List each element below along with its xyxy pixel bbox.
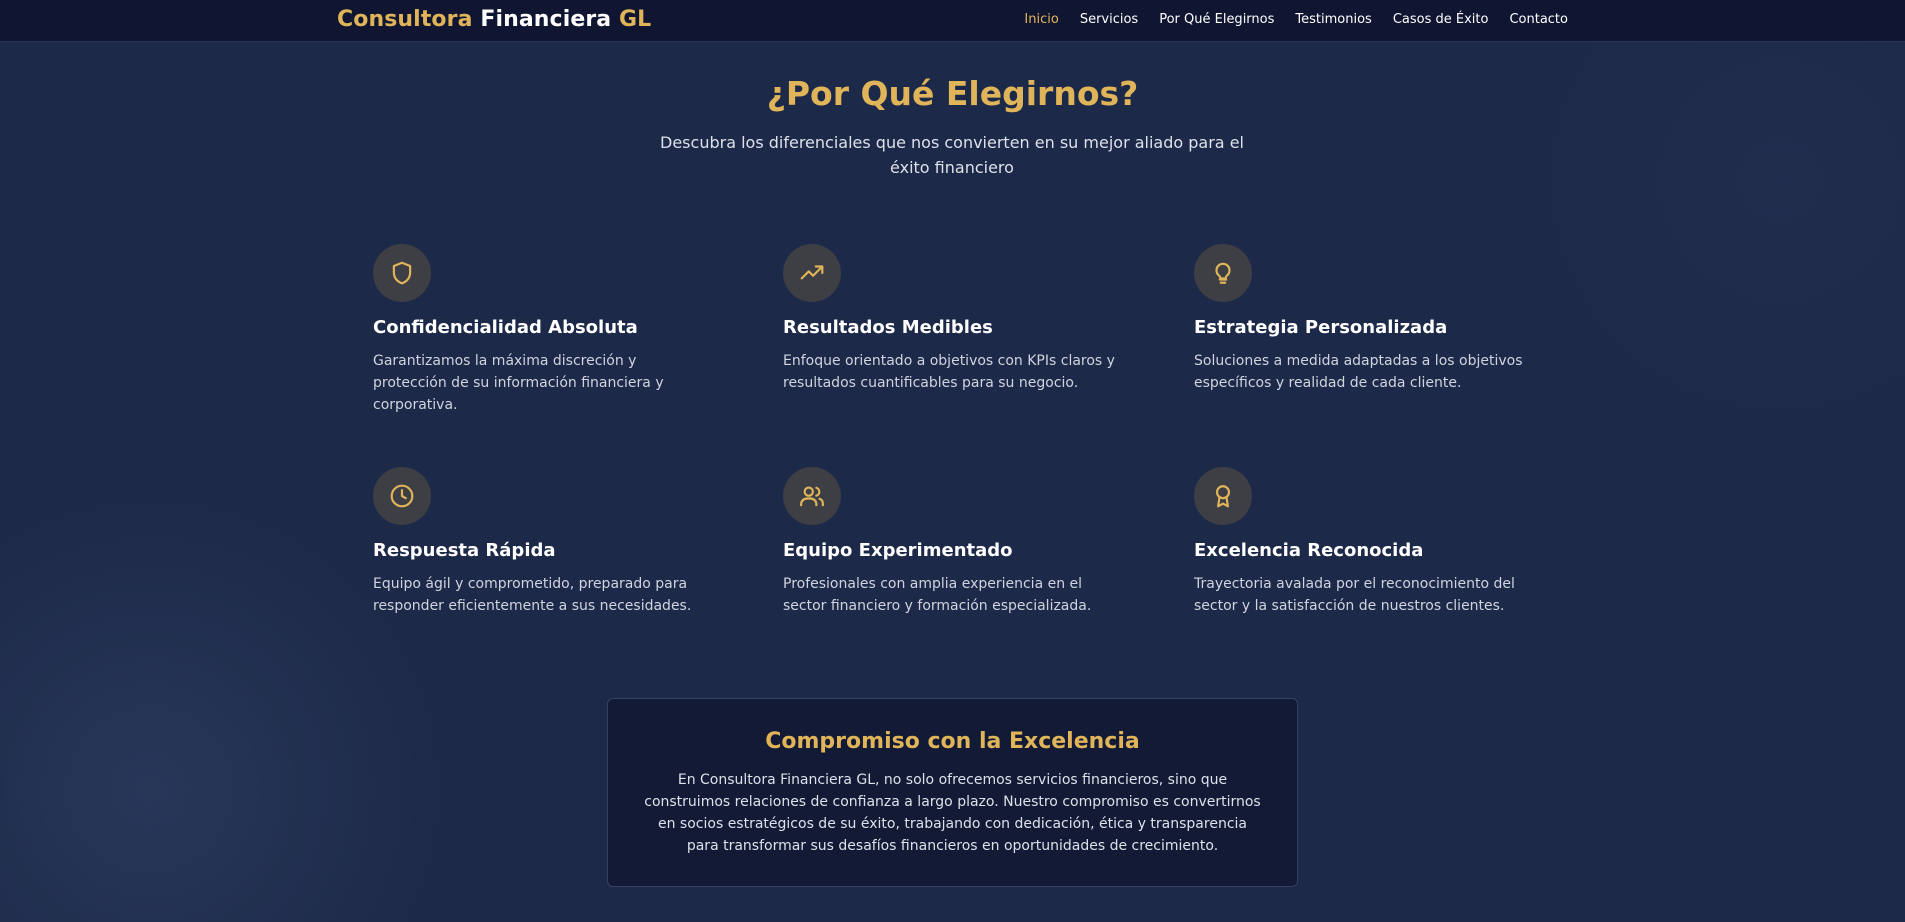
nav-link-casos-de-exito[interactable]: Casos de Éxito (1393, 12, 1489, 27)
feature-title: Excelencia Reconocida (1194, 540, 1424, 561)
award-icon (1215, 485, 1231, 508)
nav-menu: Inicio Servicios Por Qué Elegirnos Testi… (1024, 12, 1568, 27)
trending-up-icon (800, 265, 824, 280)
feature-card-excelencia: Excelencia Reconocida Trayectoria avalad… (1194, 467, 1534, 617)
shield-icon (392, 261, 412, 285)
clock-icon (390, 484, 414, 508)
feature-icon-circle (373, 467, 431, 525)
commitment-title: Compromiso con la Excelencia (765, 729, 1140, 754)
feature-text: Equipo ágil y comprometido, preparado pa… (373, 576, 692, 614)
users-icon (800, 486, 824, 507)
feature-text: Enfoque orientado a objetivos con KPIs c… (783, 353, 1115, 391)
feature-title: Equipo Experimentado (783, 540, 1013, 561)
feature-card-confidencialidad: Confidencialidad Absoluta Garantizamos l… (373, 244, 713, 416)
commitment-card: Compromiso con la Excelencia En Consulto… (607, 698, 1298, 887)
section-title: ¿Por Qué Elegirnos? (766, 74, 1139, 113)
nav-link-servicios[interactable]: Servicios (1080, 12, 1138, 27)
nav-link-contacto[interactable]: Contacto (1509, 12, 1568, 27)
brand-part-2: Financiera (480, 7, 612, 32)
feature-title: Confidencialidad Absoluta (373, 317, 638, 338)
feature-card-estrategia: Estrategia Personalizada Soluciones a me… (1194, 244, 1534, 394)
feature-title: Estrategia Personalizada (1194, 317, 1448, 338)
lightbulb-icon (1215, 262, 1231, 284)
feature-icon-circle (783, 244, 841, 302)
feature-text: Profesionales con amplia experiencia en … (783, 576, 1092, 614)
feature-card-resultados: Resultados Medibles Enfoque orientado a … (783, 244, 1123, 394)
feature-text: Trayectoria avalada por el reconocimient… (1194, 576, 1515, 614)
navbar: Consultora Financiera GL Inicio Servicio… (0, 0, 1905, 42)
feature-text: Soluciones a medida adaptadas a los obje… (1194, 353, 1523, 391)
commitment-text: En Consultora Financiera GL, no solo ofr… (644, 772, 1261, 854)
feature-icon-circle (783, 467, 841, 525)
nav-link-testimonios[interactable]: Testimonios (1295, 12, 1371, 27)
brand-part-1: Consultora (337, 7, 473, 32)
feature-icon-circle (1194, 244, 1252, 302)
feature-card-equipo: Equipo Experimentado Profesionales con a… (783, 467, 1123, 617)
feature-title: Respuesta Rápida (373, 540, 556, 561)
feature-icon-circle (1194, 467, 1252, 525)
feature-text: Garantizamos la máxima discreción y prot… (373, 353, 664, 413)
brand-part-3: GL (619, 7, 652, 32)
brand-logo[interactable]: Consultora Financiera GL (337, 7, 651, 32)
feature-icon-circle (373, 244, 431, 302)
section-subtitle: Descubra los diferenciales que nos convi… (660, 133, 1244, 177)
feature-title: Resultados Medibles (783, 317, 993, 338)
nav-link-por-que-elegirnos[interactable]: Por Qué Elegirnos (1159, 12, 1274, 27)
nav-link-inicio[interactable]: Inicio (1024, 12, 1058, 27)
feature-card-respuesta: Respuesta Rápida Equipo ágil y compromet… (373, 467, 713, 617)
